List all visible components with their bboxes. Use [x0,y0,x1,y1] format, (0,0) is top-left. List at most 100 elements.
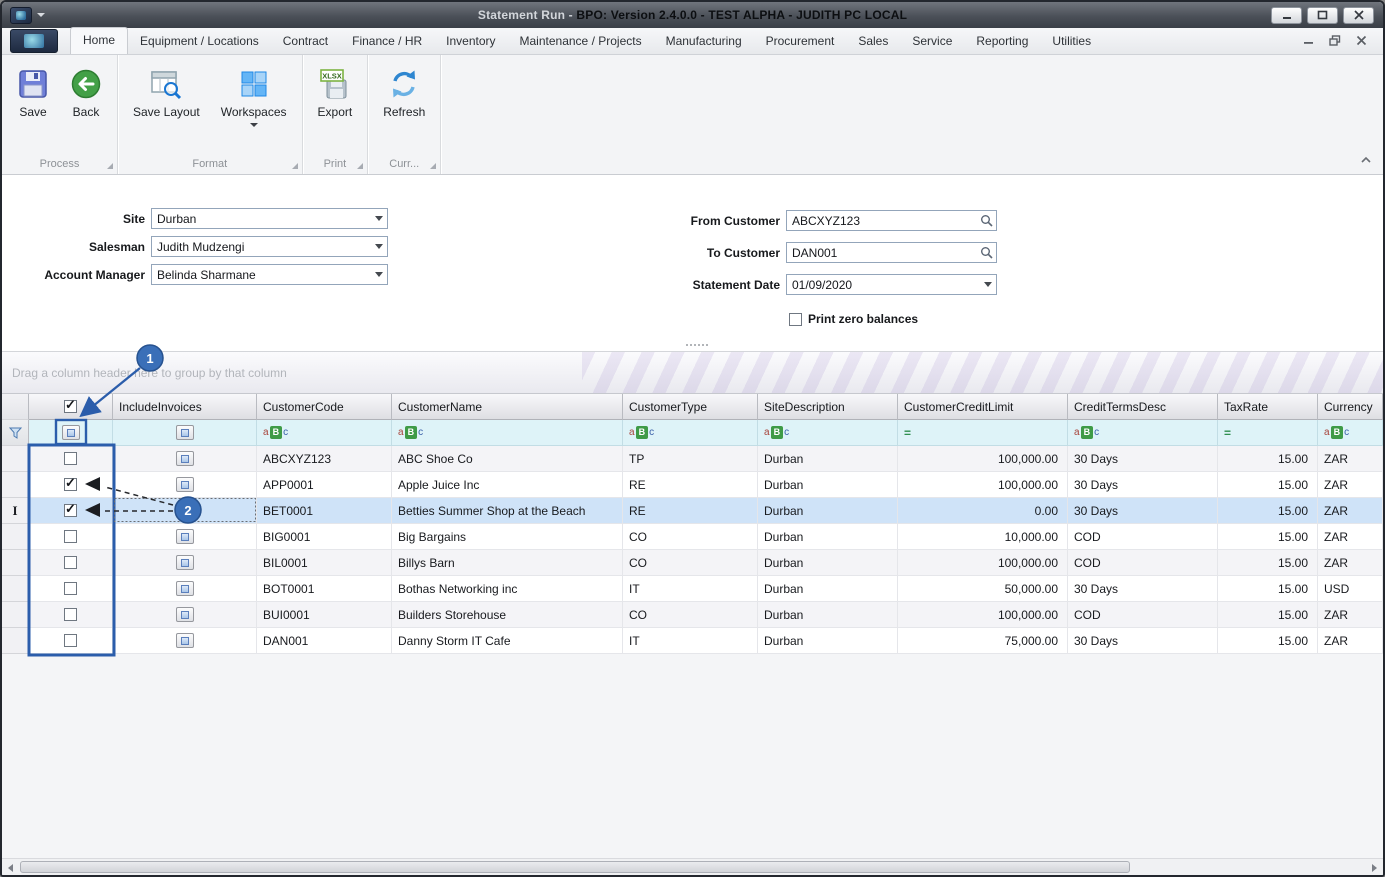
from-customer-field[interactable]: ABCXYZ123 [786,210,997,231]
cell-terms[interactable]: 30 Days [1068,576,1218,602]
cell-include[interactable] [113,550,257,576]
refresh-button[interactable]: Refresh [374,63,434,124]
cell-select[interactable] [29,550,113,576]
dialog-launcher-icon[interactable] [292,163,298,169]
cell-type[interactable]: IT [623,628,758,654]
column-header-site[interactable]: SiteDescription [758,394,898,420]
cell-code[interactable]: BET0001 [257,498,392,524]
column-header-name[interactable]: CustomerName [392,394,623,420]
cell-code[interactable]: BOT0001 [257,576,392,602]
mdi-restore-button[interactable] [1329,35,1341,46]
cell-type[interactable]: RE [623,472,758,498]
cell-select[interactable] [29,628,113,654]
horizontal-scrollbar[interactable] [2,858,1383,875]
to-customer-field[interactable]: DAN001 [786,242,997,263]
row-checkbox[interactable] [64,478,77,491]
tab-equipment-locations[interactable]: Equipment / Locations [128,29,271,54]
cell-site[interactable]: Durban [758,602,898,628]
table-row[interactable]: BIG0001Big BargainsCODurban10,000.00COD1… [2,524,1383,550]
cell-name[interactable]: Bothas Networking inc [392,576,623,602]
tab-sales[interactable]: Sales [846,29,900,54]
cell-code[interactable]: DAN001 [257,628,392,654]
cell-select[interactable] [29,576,113,602]
cell-name[interactable]: Big Bargains [392,524,623,550]
cell-include[interactable] [113,524,257,550]
cell-credit[interactable]: 0.00 [898,498,1068,524]
cell-site[interactable]: Durban [758,524,898,550]
cell-type[interactable]: CO [623,602,758,628]
table-row[interactable]: BUI0001Builders StorehouseCODurban100,00… [2,602,1383,628]
cell-credit[interactable]: 100,000.00 [898,602,1068,628]
select-filter-button[interactable] [62,425,80,440]
cell-site[interactable]: Durban [758,550,898,576]
cell-include[interactable] [113,602,257,628]
cell-terms[interactable]: COD [1068,524,1218,550]
scroll-left-button[interactable] [2,860,19,875]
cell-credit[interactable]: 100,000.00 [898,550,1068,576]
row-checkbox[interactable] [64,530,77,543]
search-icon[interactable] [977,243,996,262]
cell-tax[interactable]: 15.00 [1218,498,1318,524]
close-button[interactable] [1343,7,1374,24]
cell-currency[interactable]: ZAR [1318,446,1383,472]
cell-code[interactable]: BIL0001 [257,550,392,576]
dialog-launcher-icon[interactable] [430,163,436,169]
tab-maintenance-projects[interactable]: Maintenance / Projects [508,29,654,54]
column-header-type[interactable]: CustomerType [623,394,758,420]
tab-utilities[interactable]: Utilities [1040,29,1103,54]
cell-credit[interactable]: 50,000.00 [898,576,1068,602]
row-checkbox[interactable] [64,504,77,517]
cell-currency[interactable]: ZAR [1318,498,1383,524]
cell-tax[interactable]: 15.00 [1218,628,1318,654]
cell-type[interactable]: CO [623,550,758,576]
group-by-bar[interactable]: Drag a column header here to group by th… [2,352,1383,394]
cell-name[interactable]: Danny Storm IT Cafe [392,628,623,654]
table-row[interactable]: DAN001Danny Storm IT CafeITDurban75,000.… [2,628,1383,654]
tab-manufacturing[interactable]: Manufacturing [654,29,754,54]
table-row[interactable]: APP0001Apple Juice IncREDurban100,000.00… [2,472,1383,498]
tab-home[interactable]: Home [70,27,128,54]
cell-tax[interactable]: 15.00 [1218,550,1318,576]
filter-cell-credit[interactable]: = [898,420,1068,446]
tab-finance-hr[interactable]: Finance / HR [340,29,434,54]
cell-site[interactable]: Durban [758,628,898,654]
cell-tax[interactable]: 15.00 [1218,576,1318,602]
table-row[interactable]: IBET0001Betties Summer Shop at the Beach… [2,498,1383,524]
row-checkbox[interactable] [64,452,77,465]
tab-inventory[interactable]: Inventory [434,29,507,54]
filter-cell-terms[interactable]: aBc [1068,420,1218,446]
export-button[interactable]: XLSX Export [309,63,362,124]
cell-code[interactable]: APP0001 [257,472,392,498]
cell-site[interactable]: Durban [758,472,898,498]
statement-date-combo[interactable]: 01/09/2020 [786,274,997,295]
filter-cell-include[interactable] [113,420,257,446]
include-invoices-button[interactable] [176,477,194,492]
cell-terms[interactable]: 30 Days [1068,628,1218,654]
filter-cell-name[interactable]: aBc [392,420,623,446]
collapse-ribbon-button[interactable] [1359,153,1373,171]
cell-site[interactable]: Durban [758,576,898,602]
cell-currency[interactable]: ZAR [1318,524,1383,550]
cell-type[interactable]: CO [623,524,758,550]
column-header-include[interactable]: IncludeInvoices [113,394,257,420]
workspaces-button[interactable]: Workspaces [212,63,296,132]
row-checkbox[interactable] [64,582,77,595]
cell-type[interactable]: TP [623,446,758,472]
tab-reporting[interactable]: Reporting [964,29,1040,54]
cell-credit[interactable]: 75,000.00 [898,628,1068,654]
cell-select[interactable] [29,524,113,550]
include-invoices-button[interactable] [176,607,194,622]
include-filter-button[interactable] [176,425,194,440]
cell-tax[interactable]: 15.00 [1218,446,1318,472]
scroll-right-button[interactable] [1366,860,1383,875]
cell-select[interactable] [29,472,113,498]
cell-tax[interactable]: 15.00 [1218,602,1318,628]
table-row[interactable]: BIL0001Billys BarnCODurban100,000.00COD1… [2,550,1383,576]
table-row[interactable]: BOT0001Bothas Networking incITDurban50,0… [2,576,1383,602]
cell-terms[interactable]: COD [1068,602,1218,628]
filter-cell-site[interactable]: aBc [758,420,898,446]
cell-site[interactable]: Durban [758,498,898,524]
cell-name[interactable]: ABC Shoe Co [392,446,623,472]
select-all-checkbox[interactable] [64,400,77,413]
cell-include[interactable] [113,498,257,524]
